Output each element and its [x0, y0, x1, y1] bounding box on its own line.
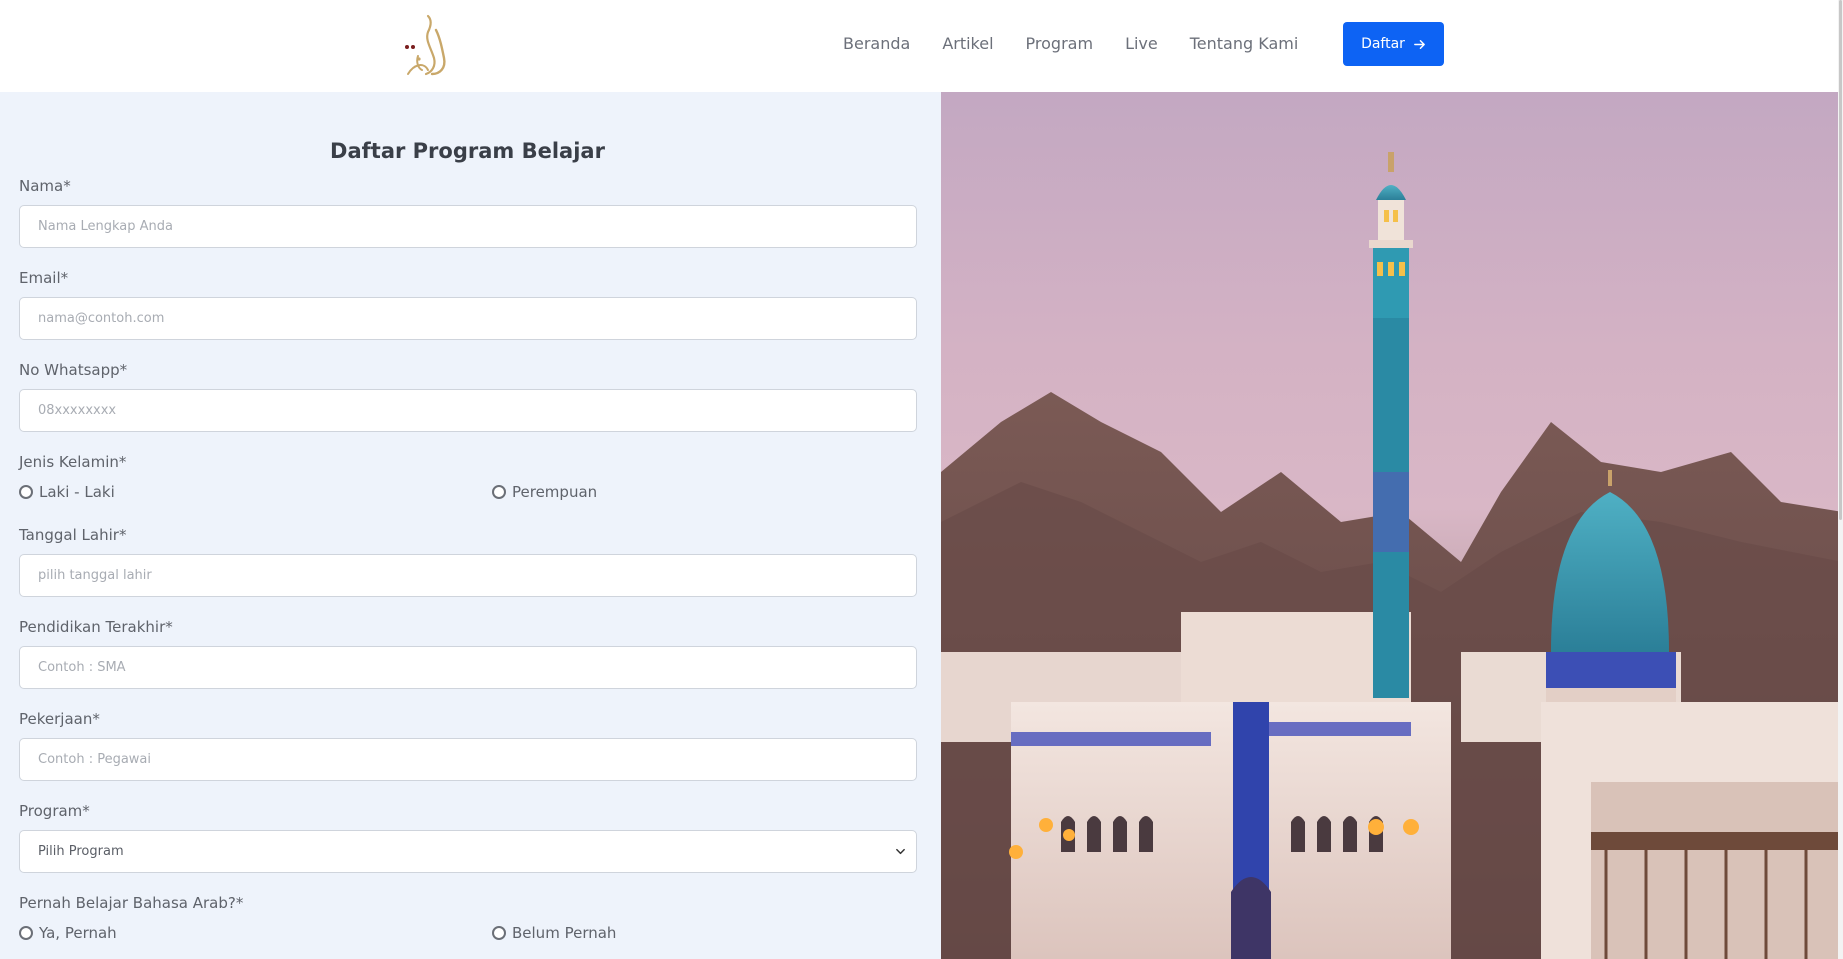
birthdate-input[interactable] — [19, 554, 917, 597]
navbar: Beranda Artikel Program Live Tentang Kam… — [0, 0, 1843, 92]
birthdate-label: Tanggal Lahir* — [19, 526, 127, 544]
daftar-button[interactable]: Daftar — [1343, 22, 1444, 66]
gender-radio-female[interactable]: Perempuan — [492, 483, 597, 501]
gender-label: Jenis Kelamin* — [19, 453, 127, 471]
main-nav: Beranda Artikel Program Live Tentang Kam… — [843, 34, 1330, 53]
whatsapp-input[interactable] — [19, 389, 917, 432]
radio-circle — [19, 485, 33, 499]
gender-radio-male[interactable]: Laki - Laki — [19, 483, 115, 501]
gender-option-female-label: Perempuan — [512, 483, 598, 501]
whatsapp-label: No Whatsapp* — [19, 361, 128, 379]
form-title: Daftar Program Belajar — [330, 139, 605, 163]
radio-circle — [19, 926, 33, 940]
nav-link-tentang-kami[interactable]: Tentang Kami — [1190, 34, 1299, 53]
chevron-down-icon — [896, 848, 905, 855]
arabic-experience-label: Pernah Belajar Bahasa Arab?* — [19, 894, 244, 912]
program-select[interactable]: Pilih Program — [19, 830, 917, 873]
email-input[interactable] — [19, 297, 917, 340]
job-label: Pekerjaan* — [19, 710, 100, 728]
logo[interactable] — [398, 12, 458, 78]
nav-link-live[interactable]: Live — [1125, 34, 1158, 53]
job-input[interactable] — [19, 738, 917, 781]
arabic-option-no-label: Belum Pernah — [512, 924, 617, 942]
daftar-button-label: Daftar — [1361, 36, 1405, 52]
mosque-illustration — [941, 152, 1843, 959]
nav-link-beranda[interactable]: Beranda — [843, 34, 910, 53]
scrollbar-thumb[interactable] — [1839, 0, 1842, 520]
arrow-right-icon — [1414, 39, 1425, 49]
mosque-hero-image — [941, 92, 1843, 959]
registration-form: Daftar Program Belajar Nama* Email* No W… — [0, 92, 941, 959]
education-input[interactable] — [19, 646, 917, 689]
arabic-radio-no[interactable]: Belum Pernah — [492, 924, 616, 942]
program-select-value: Pilih Program — [38, 844, 124, 859]
education-label: Pendidikan Terakhir* — [19, 618, 173, 636]
arabic-option-yes-label: Ya, Pernah — [39, 924, 117, 942]
calligraphy-logo-icon — [405, 14, 446, 76]
nama-input[interactable] — [19, 205, 917, 248]
arabic-radio-yes[interactable]: Ya, Pernah — [19, 924, 117, 942]
program-label: Program* — [19, 802, 90, 820]
radio-circle — [492, 485, 506, 499]
nav-link-program[interactable]: Program — [1026, 34, 1094, 53]
nama-label: Nama* — [19, 177, 71, 195]
email-label: Email* — [19, 269, 69, 287]
nav-link-artikel[interactable]: Artikel — [942, 34, 993, 53]
radio-circle — [492, 926, 506, 940]
gender-option-male-label: Laki - Laki — [39, 483, 115, 501]
